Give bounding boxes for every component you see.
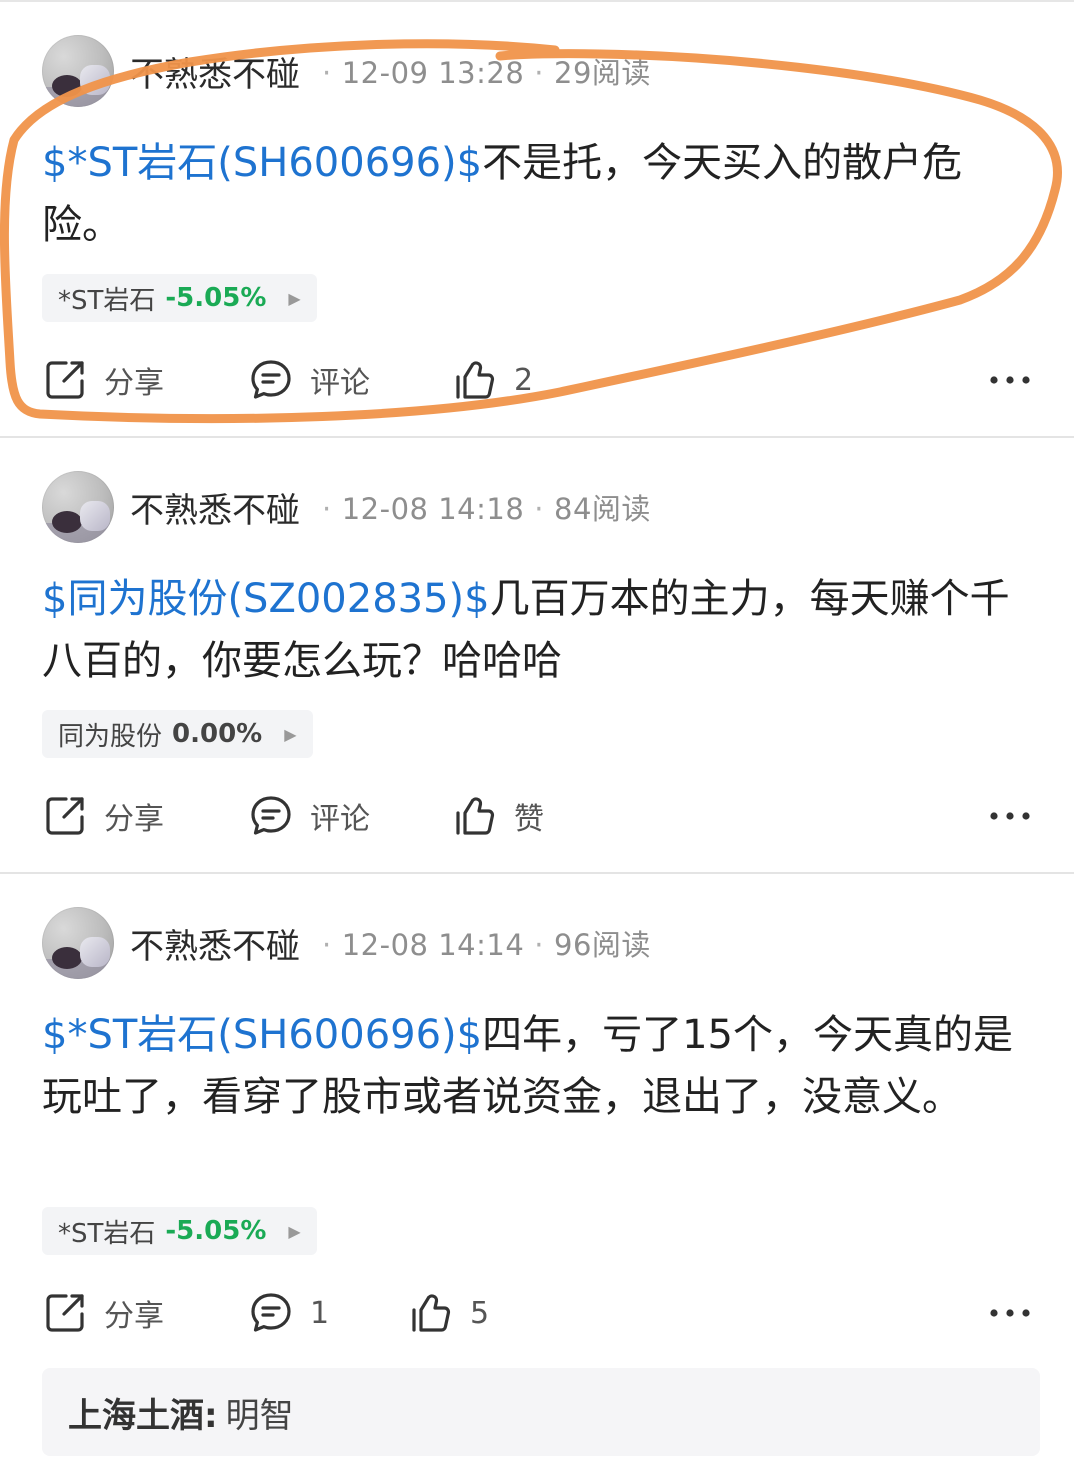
like-count: 5 xyxy=(470,1295,490,1331)
avatar[interactable] xyxy=(42,471,114,543)
share-label: 分享 xyxy=(104,366,164,401)
username[interactable]: 不熟悉不碰 xyxy=(130,919,300,968)
share-button[interactable]: 分享 xyxy=(42,788,164,844)
comment-icon xyxy=(251,360,291,399)
post-meta: · 12-08 14:18 · 84阅读 xyxy=(322,492,651,526)
share-icon xyxy=(46,1294,84,1332)
post-body[interactable]: $*ST岩石(SH600696)$四年，亏了15个，今天真的是玩吐了，看穿了股市… xyxy=(42,1004,1032,1128)
comment-icon xyxy=(251,1293,291,1332)
read-count: 96阅读 xyxy=(554,928,651,962)
read-count: 29阅读 xyxy=(554,56,651,90)
stock-chip[interactable]: *ST岩石 -5.05% ▶ xyxy=(42,274,317,322)
post-date: 12-08 14:18 xyxy=(341,492,525,526)
more-icon[interactable] xyxy=(988,1291,1032,1335)
more-icon[interactable] xyxy=(988,358,1032,402)
share-icon xyxy=(46,797,84,835)
avatar[interactable] xyxy=(42,35,114,107)
post-body[interactable]: $*ST岩石(SH600696)$不是托，今天买入的散户危险。 xyxy=(42,132,1032,256)
post-meta: · 12-08 14:14 · 96阅读 xyxy=(322,928,651,962)
like-label: 2 xyxy=(514,362,534,398)
share-label: 分享 xyxy=(104,802,164,837)
read-count: 84阅读 xyxy=(554,492,651,526)
post-meta: · 12-09 13:28 · 29阅读 xyxy=(322,56,651,90)
comment-preview[interactable]: 上海土酒: 明智 xyxy=(42,1368,1040,1456)
more-icon[interactable] xyxy=(988,794,1032,838)
comment-text: 明智 xyxy=(225,1395,294,1436)
stock-change: 0.00% xyxy=(172,719,263,749)
comment-label: 评论 xyxy=(310,802,370,837)
post-header: 不熟悉不碰 · 12-08 14:18 · 84阅读 xyxy=(42,471,651,543)
chevron-right-icon: ▶ xyxy=(284,724,297,744)
comment-label: 评论 xyxy=(310,366,370,401)
share-label: 分享 xyxy=(104,1299,164,1334)
stock-chip[interactable]: 同为股份 0.00% ▶ xyxy=(42,710,313,758)
like-icon xyxy=(412,1294,451,1332)
like-icon xyxy=(456,361,495,399)
chevron-right-icon: ▶ xyxy=(288,1221,301,1241)
post-header: 不熟悉不碰 · 12-08 14:14 · 96阅读 xyxy=(42,907,651,979)
post-header: 不熟悉不碰 · 12-09 13:28 · 29阅读 xyxy=(42,35,651,107)
stock-tag-link[interactable]: $同为股份(SZ002835)$ xyxy=(42,576,490,622)
like-button[interactable]: 赞 xyxy=(452,788,544,844)
stock-tag-link[interactable]: $*ST岩石(SH600696)$ xyxy=(42,140,482,186)
comment-button[interactable]: 1 xyxy=(248,1285,329,1341)
top-divider xyxy=(0,0,1074,2)
share-icon xyxy=(46,361,84,399)
username[interactable]: 不熟悉不碰 xyxy=(130,483,300,532)
like-button[interactable]: 5 xyxy=(408,1285,489,1341)
stock-change: -5.05% xyxy=(165,283,267,313)
post-divider xyxy=(0,436,1074,438)
post-date: 12-08 14:14 xyxy=(341,928,525,962)
post-body[interactable]: $同为股份(SZ002835)$几百万本的主力，每天赚个千八百的，你要怎么玩？哈… xyxy=(42,568,1032,692)
stock-chip[interactable]: *ST岩石 -5.05% ▶ xyxy=(42,1207,317,1255)
share-button[interactable]: 分享 xyxy=(42,1285,164,1341)
stock-change: -5.05% xyxy=(165,1216,267,1246)
action-bar: 分享 评论 2 xyxy=(42,352,1032,408)
post-date: 12-09 13:28 xyxy=(341,56,525,90)
comment-count: 1 xyxy=(310,1295,330,1331)
like-icon xyxy=(456,797,495,835)
stock-name: *ST岩石 xyxy=(58,1218,156,1249)
stock-tag-link[interactable]: $*ST岩石(SH600696)$ xyxy=(42,1012,482,1058)
comment-author[interactable]: 上海土酒: xyxy=(68,1388,218,1437)
username[interactable]: 不熟悉不碰 xyxy=(130,47,300,96)
post-divider xyxy=(0,872,1074,874)
action-bar: 分享 1 5 xyxy=(42,1285,1032,1341)
chevron-right-icon: ▶ xyxy=(288,288,301,308)
share-button[interactable]: 分享 xyxy=(42,352,164,408)
comment-button[interactable]: 评论 xyxy=(248,352,370,408)
avatar[interactable] xyxy=(42,907,114,979)
action-bar: 分享 评论 赞 xyxy=(42,788,1032,844)
comment-icon xyxy=(251,796,291,835)
stock-name: 同为股份 xyxy=(58,721,163,752)
like-button[interactable]: 2 xyxy=(452,352,533,408)
like-label: 赞 xyxy=(514,802,544,837)
comment-button[interactable]: 评论 xyxy=(248,788,370,844)
stock-name: *ST岩石 xyxy=(58,285,156,316)
